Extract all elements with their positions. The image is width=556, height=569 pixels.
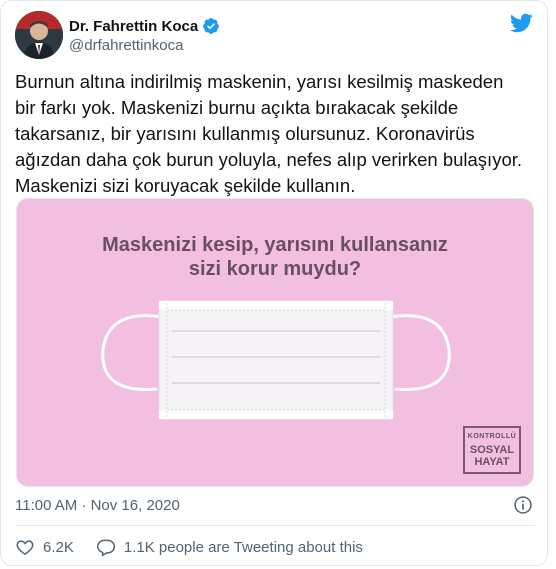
face-mask-illustration — [101, 300, 451, 420]
heart-icon — [16, 540, 34, 555]
reply-button[interactable]: 1.1K people are Tweeting about this — [96, 537, 363, 557]
avatar[interactable] — [15, 11, 63, 59]
verified-badge-icon — [203, 18, 220, 34]
kontrollu-sosyal-hayat-logo: KONTROLLÜ SOSYAL HAYAT — [463, 426, 521, 474]
divider — [15, 525, 535, 526]
tweeting-about-label: 1.1K people are Tweeting about this — [123, 538, 363, 556]
tweet-header: Dr. Fahrettin Koca @drfahrettinkoca — [15, 9, 535, 61]
tweet-card: Dr. Fahrettin Koca @drfahrettinkoca Burn… — [0, 0, 548, 566]
like-count: 6.2K — [43, 538, 74, 556]
reply-bubble-icon — [96, 539, 115, 557]
author-handle[interactable]: @drfahrettinkoca — [69, 37, 183, 54]
tweet-image[interactable]: Maskenizi kesip, yarısını kullansanız si… — [16, 198, 534, 487]
twitter-bird-icon[interactable] — [509, 11, 533, 35]
like-button[interactable]: 6.2K — [15, 537, 74, 557]
tweet-actions: 6.2K 1.1K people are Tweeting about this — [15, 537, 363, 557]
tweet-text: Burnun altına indirilmiş maskenin, yarıs… — [15, 71, 523, 196]
author-name[interactable]: Dr. Fahrettin Koca — [69, 18, 198, 35]
info-icon[interactable] — [513, 495, 533, 515]
tweet-timestamp[interactable]: 11:00 AM · Nov 16, 2020 — [15, 497, 180, 514]
